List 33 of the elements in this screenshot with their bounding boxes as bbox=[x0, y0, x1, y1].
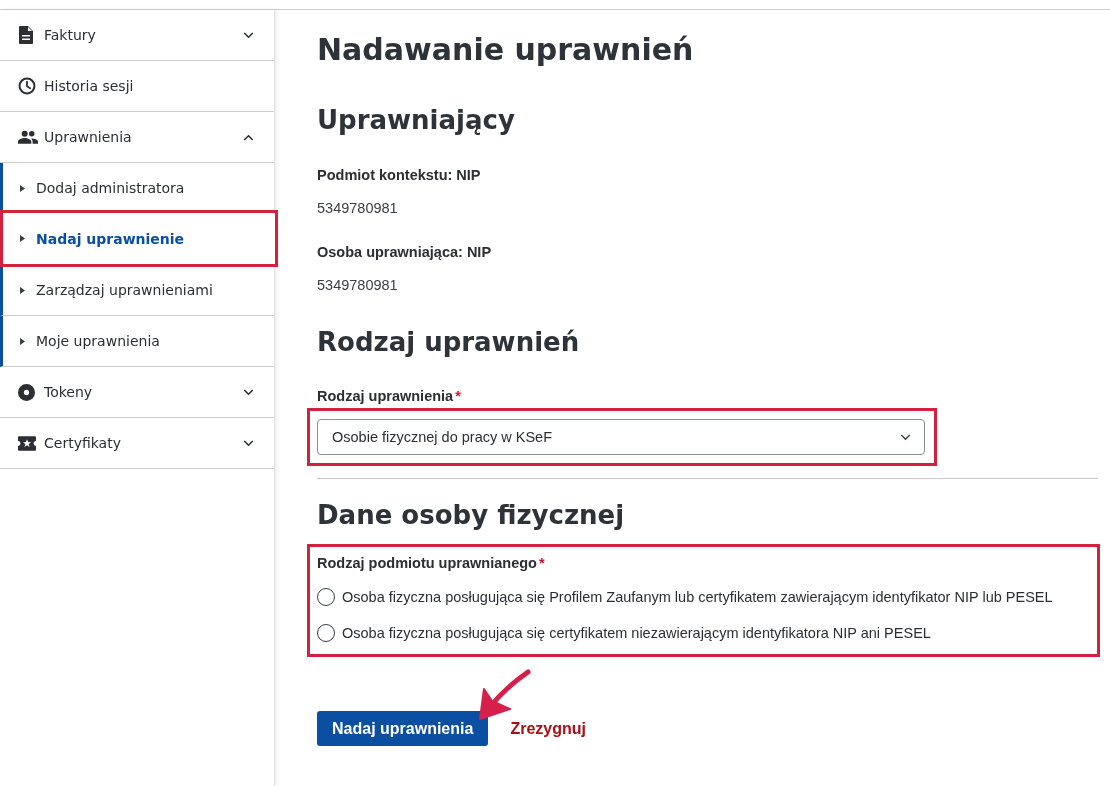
sidebar-item[interactable]: Tokeny bbox=[0, 367, 274, 418]
select-field[interactable]: Osobie fizycznej do pracy w KSeF bbox=[317, 419, 925, 455]
section-heading: Uprawniający bbox=[317, 104, 516, 137]
section-heading: Dane osoby fizycznej bbox=[317, 499, 626, 532]
clock-icon bbox=[18, 77, 36, 95]
field-label: Osoba uprawniająca: NIP bbox=[317, 243, 493, 262]
submit-button[interactable]: Nadaj uprawnienia bbox=[317, 711, 489, 746]
caret-icon bbox=[20, 337, 25, 345]
cancel-link[interactable]: Zrezygnuj bbox=[510, 719, 586, 738]
sidebar-subitem[interactable]: Zarządzaj uprawnieniami bbox=[0, 265, 274, 316]
sidebar-subitem[interactable]: Moje uprawnienia bbox=[0, 316, 274, 367]
sidebar-item[interactable]: Uprawnienia bbox=[0, 112, 274, 163]
section-heading: Rodzaj uprawnień bbox=[317, 326, 581, 359]
radio-button[interactable] bbox=[317, 624, 335, 642]
radio-option-label: Osoba fizyczna posługująca się certyfikatem niezawierającym identyfikatora NIP ani PESEL bbox=[342, 625, 931, 641]
sidebar-item[interactable]: Historia sesji bbox=[0, 61, 274, 112]
caret-icon bbox=[20, 235, 25, 242]
caret-icon bbox=[20, 184, 25, 192]
chevron-icon bbox=[900, 433, 911, 441]
field-label: Rodzaj uprawnienia* bbox=[317, 387, 462, 406]
field-label: Rodzaj podmiotu uprawnianego* bbox=[317, 554, 546, 573]
sidebar-item[interactable]: Certyfikaty bbox=[0, 418, 274, 469]
certificate-star-icon bbox=[18, 435, 36, 451]
field-label: Podmiot kontekstu: NIP bbox=[317, 166, 482, 185]
people-icon bbox=[18, 130, 38, 144]
radio-button[interactable] bbox=[317, 588, 335, 606]
document-icon bbox=[19, 26, 33, 44]
caret-icon bbox=[20, 286, 25, 294]
page-title: Nadawanie uprawnień bbox=[317, 31, 695, 69]
radio-option-label: Osoba fizyczna posługująca się Profilem Zaufanym lub certyfikatem zawierającym identyfikator NIP lub PESEL bbox=[342, 589, 1053, 605]
field-value: 5349780981 bbox=[317, 199, 399, 218]
sidebar-item[interactable]: Faktury bbox=[0, 10, 274, 61]
field-value: 5349780981 bbox=[317, 276, 399, 295]
